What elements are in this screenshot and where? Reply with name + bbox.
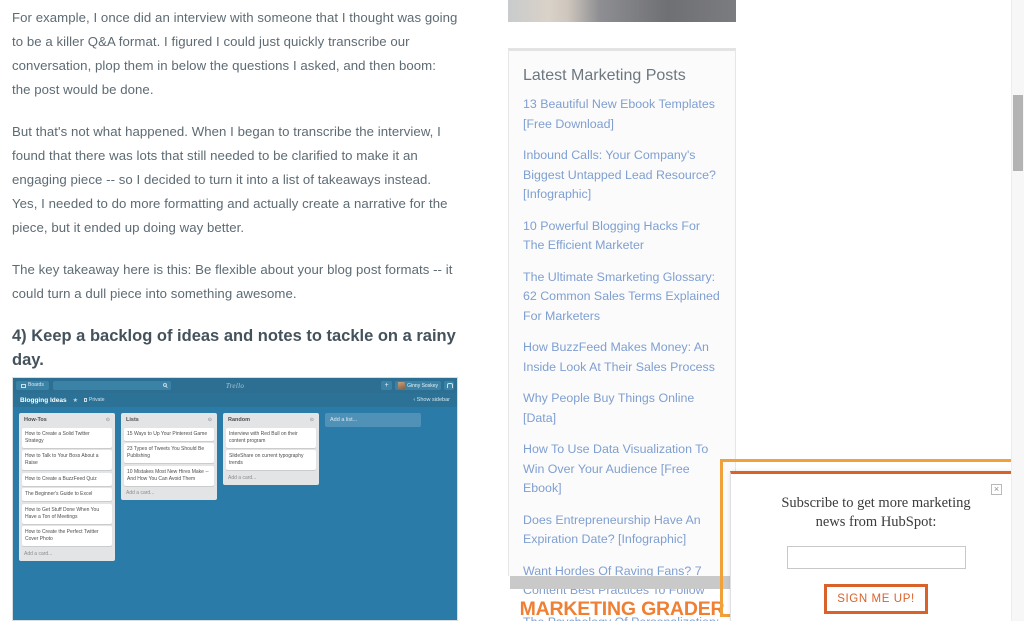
sidebar-post-link[interactable]: 13 Beautiful New Ebook Templates [Free D… (523, 95, 721, 134)
trello-list-title: Random (228, 417, 250, 423)
trello-list-header: Random ⊙ (226, 416, 316, 425)
trello-topbar: Boards Trello + Ginny Soskey (13, 378, 457, 393)
sign-me-up-button[interactable]: SIGN ME UP! (824, 584, 928, 614)
trello-list: Random ⊙ Interview with Red Bull on thei… (223, 413, 319, 485)
list-item: How To Use Data Visualization To Win Ove… (523, 440, 721, 499)
trello-board-bar: Blogging Ideas ★ Private ‹ Show sidebar (13, 393, 457, 407)
trello-list: How-Tos ⊙ How to Create a Solid Twitter … (19, 413, 115, 561)
sidebar-post-link[interactable]: 10 Powerful Blogging Hacks For The Effic… (523, 217, 721, 256)
trello-list-title: Lists (126, 417, 139, 423)
list-menu-icon[interactable]: ⊙ (310, 417, 314, 423)
trello-add-card-button[interactable]: Add a card... (124, 488, 214, 497)
article-paragraph: The key takeaway here is this: Be flexib… (12, 262, 453, 301)
visibility-label: Private (88, 397, 105, 403)
trello-list-title: How-Tos (24, 417, 47, 423)
page-root: For example, I once did an interview wit… (0, 0, 1024, 621)
trello-card[interactable]: How to Create a Solid Twitter Strategy (22, 427, 112, 448)
trello-card[interactable]: 23 Types of Tweets You Should Be Publish… (124, 443, 214, 463)
list-item: Inbound Calls: Your Company's Biggest Un… (523, 146, 721, 205)
close-icon[interactable]: × (991, 484, 1002, 495)
star-icon[interactable]: ★ (73, 397, 78, 404)
article-paragraph: But that's not what happened. When I beg… (12, 124, 448, 235)
page-scrollbar-thumb[interactable] (1013, 95, 1023, 171)
marketing-grader-banner[interactable]: MARKETING GRADER (508, 576, 736, 621)
trello-list: Lists ⊙ 15 Ways to Up Your Pinterest Gam… (121, 413, 217, 500)
trello-card[interactable]: How to Create a BuzzFeed Quiz (22, 472, 112, 486)
trello-card[interactable]: Interview with Red Bull on their content… (226, 427, 316, 448)
list-menu-icon[interactable]: ⊙ (208, 417, 212, 423)
grader-gray-bar (510, 576, 734, 589)
trello-card[interactable]: 10 Mistakes Most New Hires Make -- And H… (124, 465, 214, 486)
subscribe-popup: × Subscribe to get more marketing news f… (730, 471, 1022, 621)
sidebar-post-link[interactable]: The Ultimate Smarketing Glossary: 62 Com… (523, 268, 721, 327)
popup-title: Subscribe to get more marketing news fro… (781, 495, 971, 530)
trello-add-list-button[interactable]: Add a list... (325, 413, 421, 427)
trello-card[interactable]: SlideShare on current typography trends (226, 450, 316, 470)
sidebar-post-list: 13 Beautiful New Ebook Templates [Free D… (509, 95, 735, 621)
sidebar-post-link[interactable]: Inbound Calls: Your Company's Biggest Un… (523, 146, 721, 205)
page-scrollbar-track[interactable] (1011, 0, 1024, 621)
list-item: How BuzzFeed Makes Money: An Inside Look… (523, 338, 721, 377)
sidebar-title: Latest Marketing Posts (523, 67, 686, 84)
list-item: Does Entrepreneurship Have An Expiration… (523, 511, 721, 550)
list-menu-icon[interactable]: ⊙ (106, 417, 110, 423)
trello-add-card-button[interactable]: Add a card... (226, 473, 316, 482)
trello-board-name: Blogging Ideas (20, 396, 67, 404)
trello-card[interactable]: How to Get Stuff Done When You Have a To… (22, 503, 112, 524)
grader-title: MARKETING GRADER (519, 598, 725, 620)
list-item: Why People Buy Things Online [Data] (523, 389, 721, 428)
list-item: The Ultimate Smarketing Glossary: 62 Com… (523, 268, 721, 327)
list-item: 10 Powerful Blogging Hacks For The Effic… (523, 217, 721, 256)
trello-card[interactable]: The Beginner's Guide to Excel (22, 488, 112, 501)
trello-visibility[interactable]: Private (83, 397, 105, 403)
trello-list-header: Lists ⊙ (124, 416, 214, 425)
trello-list-header: How-Tos ⊙ (22, 416, 112, 425)
sidebar-post-link[interactable]: Why People Buy Things Online [Data] (523, 389, 721, 428)
notifications-bell-icon[interactable] (444, 381, 454, 390)
email-input[interactable] (786, 546, 966, 569)
trello-add-card-button[interactable]: Add a card... (22, 549, 112, 558)
trello-show-sidebar-button[interactable]: ‹ Show sidebar (413, 397, 450, 403)
sidebar-post-link[interactable]: How BuzzFeed Makes Money: An Inside Look… (523, 338, 721, 377)
lock-icon (83, 398, 87, 402)
sidebar-top-image (508, 0, 736, 22)
list-item: 13 Beautiful New Ebook Templates [Free D… (523, 95, 721, 134)
section-heading: 4) Keep a backlog of ideas and notes to … (12, 327, 456, 369)
trello-card[interactable]: How to Create the Perfect Twitter Cover … (22, 526, 112, 546)
trello-card[interactable]: How to Talk to Your Boss About a Raise (22, 450, 112, 470)
trello-board-canvas: How-Tos ⊙ How to Create a Solid Twitter … (13, 407, 457, 561)
sidebar-post-link[interactable]: Does Entrepreneurship Have An Expiration… (523, 511, 721, 550)
article-paragraph: For example, I once did an interview wit… (12, 10, 458, 97)
trello-logo: Trello (225, 381, 245, 390)
trello-card[interactable]: 15 Ways to Up Your Pinterest Game (124, 427, 214, 441)
column-divider (479, 0, 480, 621)
trello-screenshot-image: Boards Trello + Ginny Soskey Blogging Id… (12, 377, 458, 621)
sidebar-latest-posts: Latest Marketing Posts 13 Beautiful New … (508, 48, 736, 621)
sidebar-post-link[interactable]: How To Use Data Visualization To Win Ove… (523, 440, 721, 499)
